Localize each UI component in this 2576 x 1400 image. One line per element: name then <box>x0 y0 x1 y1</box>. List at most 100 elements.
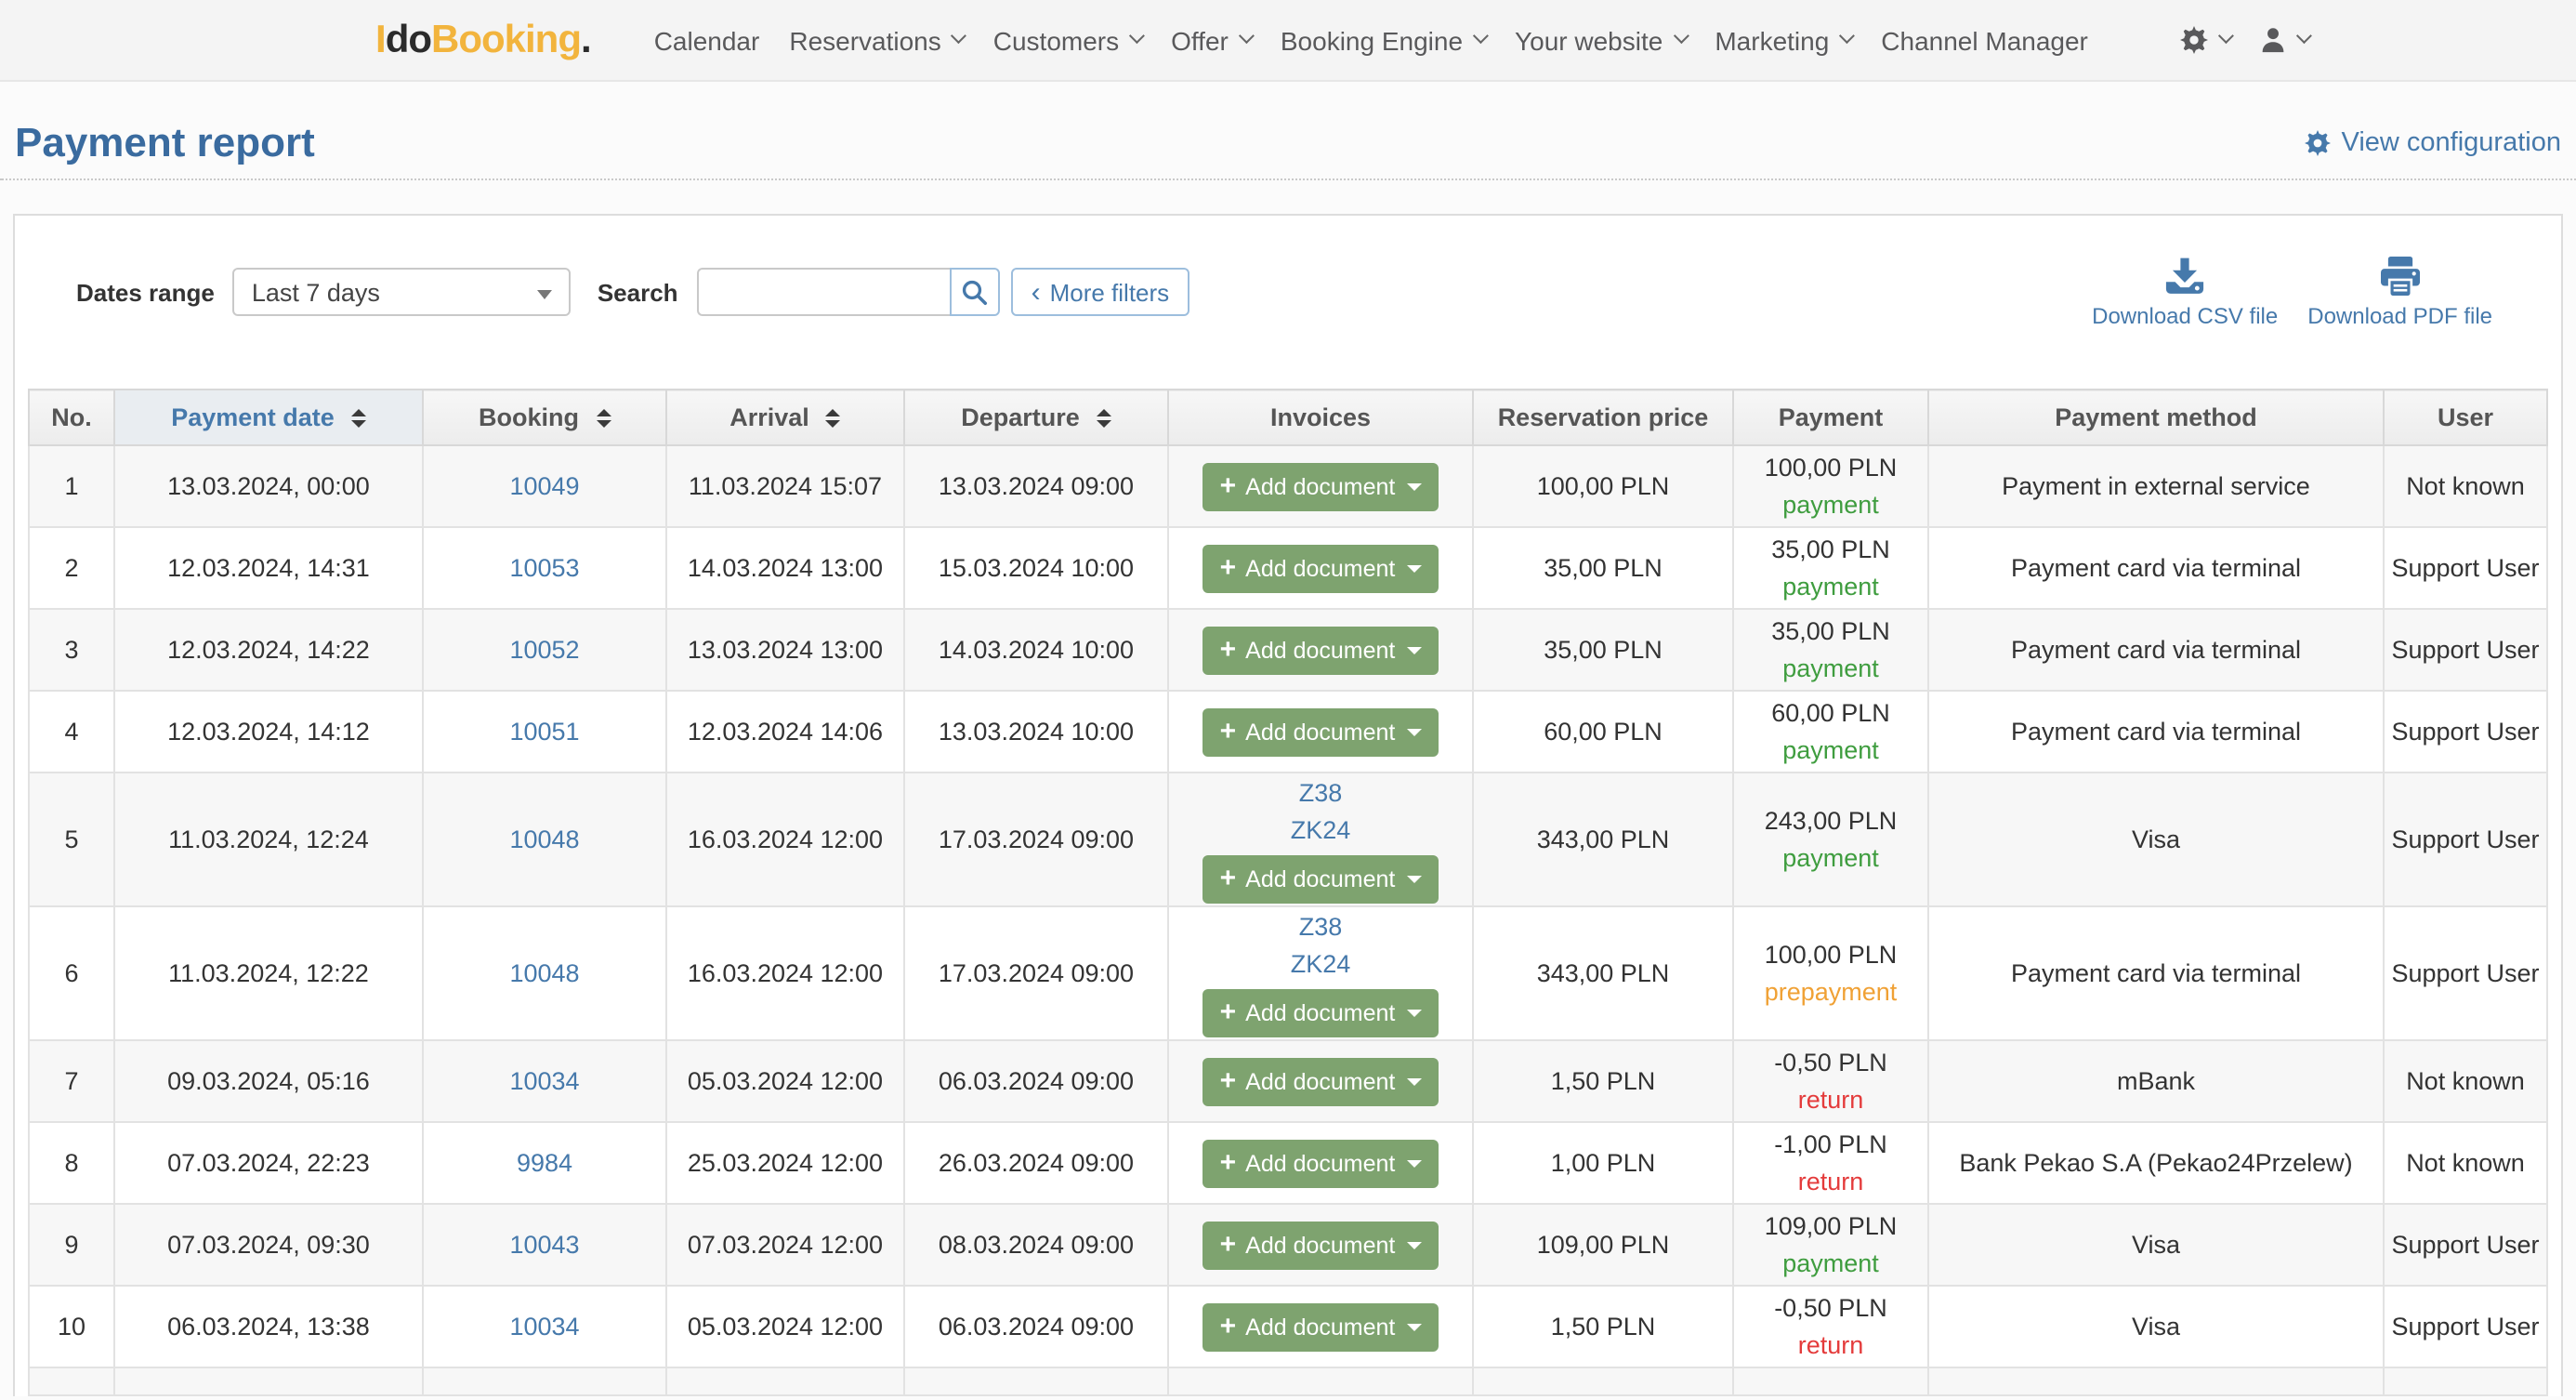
dates-range-select[interactable]: Last 7 days <box>233 268 572 316</box>
column-header-booking[interactable]: Booking <box>423 390 666 445</box>
booking-link[interactable]: 10049 <box>509 472 579 500</box>
add-document-button[interactable]: +Add document <box>1203 1221 1439 1269</box>
booking-link[interactable]: 10048 <box>509 825 579 853</box>
column-header-user: User <box>2384 390 2547 445</box>
invoice-link[interactable]: ZK24 <box>1169 946 1472 983</box>
invoice-link[interactable]: Z38 <box>1169 910 1472 946</box>
booking-link[interactable]: 10043 <box>509 1231 579 1259</box>
cell-departure: 14.03.2024 10:00 <box>904 609 1168 691</box>
logo-part: . <box>581 18 591 60</box>
cell-reservation-price: 60,00 PLN <box>1473 691 1733 773</box>
cell-payment: 35,00 PLNpayment <box>1733 527 1928 609</box>
cell-payment-date: 07.03.2024, 22:23 <box>114 1122 423 1204</box>
cell-invoices: +Add document <box>1168 609 1473 691</box>
settings-menu[interactable] <box>2181 26 2231 54</box>
column-header-arrival[interactable]: Arrival <box>666 390 904 445</box>
add-document-label: Add document <box>1245 1150 1395 1176</box>
download-pdf-button[interactable]: Download PDF file <box>2307 257 2492 329</box>
cell-user: Support User <box>2384 906 2547 1040</box>
cell-payment: -1,00 PLNreturn <box>1733 1122 1928 1204</box>
payment-amount: 35,00 PLN <box>1734 532 1927 568</box>
view-configuration-link[interactable]: View configuration <box>2305 128 2561 158</box>
table-header-row: No. Payment dateBookingArrivalDeparture In… <box>29 390 2547 445</box>
payment-report-page: IdoBooking. CalendarReservationsCustomer… <box>0 0 2576 1400</box>
column-header-payment-method: Payment method <box>1928 390 2384 445</box>
add-document-button[interactable]: +Add document <box>1203 1302 1439 1351</box>
payment-type-badge: prepayment <box>1734 973 1927 1010</box>
booking-link[interactable]: 10052 <box>509 636 579 664</box>
column-header-label: No. <box>51 403 92 431</box>
add-document-button[interactable]: +Add document <box>1203 1057 1439 1105</box>
booking-link[interactable]: 10034 <box>509 1313 579 1341</box>
nav-item-channel-manager[interactable]: Channel Manager <box>1866 25 2103 55</box>
logo-part: do <box>386 18 431 60</box>
nav-item-label: Marketing <box>1715 25 1829 55</box>
nav-item-marketing[interactable]: Marketing <box>1700 25 1866 55</box>
user-menu[interactable] <box>2261 26 2309 54</box>
cell-departure: 06.03.2024 09:00 <box>904 1040 1168 1122</box>
add-document-button[interactable]: +Add document <box>1203 462 1439 510</box>
cell-departure: 06.03.2024 09:00 <box>904 1286 1168 1367</box>
cell-booking: 10051 <box>423 691 666 773</box>
table-row: 511.03.2024, 12:241004816.03.2024 12:001… <box>29 773 2547 906</box>
search-button[interactable] <box>950 268 1000 316</box>
add-document-button[interactable]: +Add document <box>1203 707 1439 756</box>
booking-link[interactable]: 9984 <box>517 1149 572 1177</box>
nav-item-booking-engine[interactable]: Booking Engine <box>1266 25 1500 55</box>
chevron-down-icon <box>2297 28 2313 44</box>
booking-link[interactable]: 10053 <box>509 554 579 582</box>
add-document-button[interactable]: +Add document <box>1203 988 1439 1037</box>
cell-payment: 100,00 PLNpayment <box>1733 445 1928 527</box>
table-row: 709.03.2024, 05:161003405.03.2024 12:000… <box>29 1040 2547 1122</box>
search-input[interactable] <box>697 268 950 316</box>
booking-link[interactable]: 10051 <box>509 718 579 746</box>
invoice-link[interactable]: Z38 <box>1169 776 1472 812</box>
booking-link[interactable]: 10034 <box>509 1067 579 1095</box>
add-document-button[interactable]: +Add document <box>1203 626 1439 674</box>
cell-payment-method: Payment card via terminal <box>1928 906 2384 1040</box>
cell-invoices: Z38ZK24 +Add document <box>1168 773 1473 906</box>
cell-arrival: 16.03.2024 12:00 <box>666 773 904 906</box>
add-document-label: Add document <box>1245 555 1395 581</box>
cell-user: Not known <box>2384 445 2547 527</box>
plus-icon: + <box>1220 472 1237 500</box>
invoice-link[interactable]: ZK24 <box>1169 812 1472 849</box>
cell-payment: -0,50 PLNreturn <box>1733 1286 1928 1367</box>
idobooking-logo[interactable]: IdoBooking. <box>375 18 591 62</box>
column-header-departure[interactable]: Departure <box>904 390 1168 445</box>
nav-item-calendar[interactable]: Calendar <box>639 25 775 55</box>
sort-icon <box>1097 408 1111 427</box>
column-header-label: Invoices <box>1270 403 1371 431</box>
cell-no: 3 <box>29 609 114 691</box>
nav-item-your-website[interactable]: Your website <box>1500 25 1700 55</box>
add-document-button[interactable]: +Add document <box>1203 544 1439 592</box>
cell-invoices: +Add document <box>1168 527 1473 609</box>
table-row: 1006.03.2024, 13:381003405.03.2024 12:00… <box>29 1286 2547 1367</box>
more-filters-label: More filters <box>1050 278 1170 306</box>
add-document-label: Add document <box>1245 719 1395 745</box>
booking-link[interactable]: 10048 <box>509 959 579 987</box>
cell-no: 8 <box>29 1122 114 1204</box>
nav-item-customers[interactable]: Customers <box>979 25 1156 55</box>
cell-user: Support User <box>2384 527 2547 609</box>
download-csv-button[interactable]: Download CSV file <box>2092 257 2278 329</box>
more-filters-button[interactable]: ‹ More filters <box>1011 268 1190 316</box>
plus-icon: + <box>1220 636 1237 664</box>
cell-departure: 13.03.2024 10:00 <box>904 691 1168 773</box>
cell-booking: 10034 <box>423 1040 666 1122</box>
nav-item-offer[interactable]: Offer <box>1156 25 1266 55</box>
column-header-invoices: Invoices <box>1168 390 1473 445</box>
nav-item-reservations[interactable]: Reservations <box>774 25 978 55</box>
dates-range-label: Dates range <box>76 278 215 306</box>
add-document-button[interactable]: +Add document <box>1203 854 1439 903</box>
column-header-label: Reservation price <box>1498 403 1709 431</box>
add-document-button[interactable]: +Add document <box>1203 1139 1439 1187</box>
caret-down-icon <box>1406 1323 1421 1330</box>
cell-departure: 26.03.2024 09:00 <box>904 1122 1168 1204</box>
chevron-left-icon: ‹ <box>1032 278 1041 306</box>
cell-departure: 17.03.2024 09:00 <box>904 773 1168 906</box>
column-header-payment-date[interactable]: Payment date <box>114 390 423 445</box>
search-group <box>697 268 1000 316</box>
cell-payment-method: Payment card via terminal <box>1928 609 2384 691</box>
caret-down-icon <box>1406 728 1421 735</box>
